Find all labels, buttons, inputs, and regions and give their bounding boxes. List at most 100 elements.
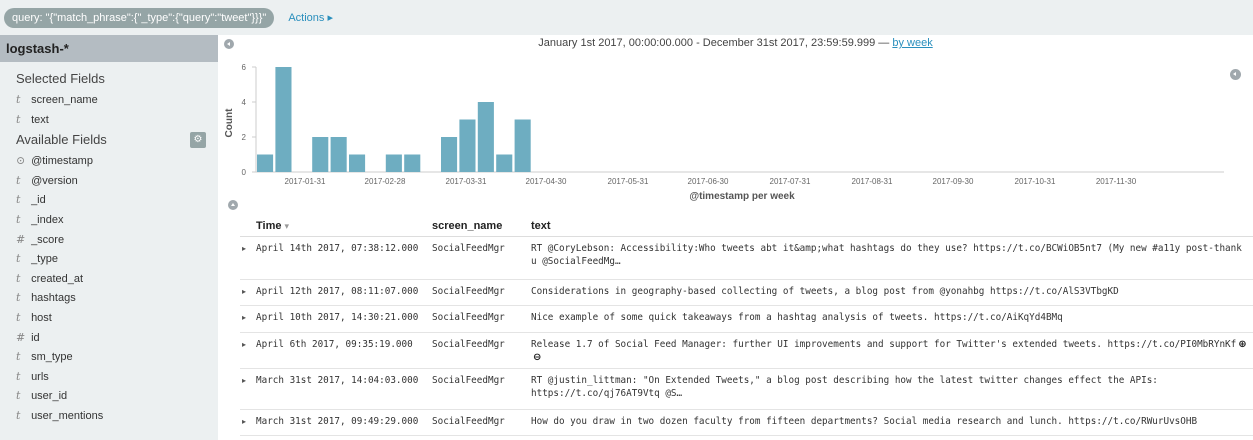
x-tick-label: 2017-10-31 (1015, 177, 1056, 186)
x-tick-label: 2017-07-31 (770, 177, 811, 186)
expand-row-icon[interactable]: ▸ (240, 332, 252, 369)
selected-fields-list: t screen_name t text (0, 90, 218, 129)
query-filter-pill[interactable]: query: "{"match_phrase":{"_type":{"query… (4, 7, 275, 28)
zoom-in-icon[interactable]: ⊕ (1238, 338, 1246, 351)
histogram-bar[interactable] (404, 154, 421, 173)
collapse-histogram-icon[interactable] (228, 200, 238, 210)
expand-row-icon[interactable]: ▸ (240, 279, 252, 306)
interval-link[interactable]: by week (892, 37, 932, 49)
column-header-time[interactable]: Time ▾ (252, 216, 428, 237)
screen-name-cell: SocialFeedMgr (428, 368, 527, 410)
histogram-chart: 0 2 4 6 2017-01-31 2017-02-28 2017-03-31 2017-0… (224, 63, 1224, 202)
field-item[interactable]: t host (0, 308, 218, 328)
string-type-icon: t (16, 271, 21, 285)
string-type-icon: t (16, 291, 21, 305)
y-axis-title: Count (224, 108, 235, 138)
histogram-bar[interactable] (459, 119, 476, 173)
table-row: ▸ April 14th 2017, 07:38:12.000 SocialFeed… (240, 236, 1253, 280)
field-item[interactable]: # id (0, 328, 218, 348)
text-cell: RT @CoryLebson: Accessibility:Who tweets… (527, 236, 1253, 280)
field-item[interactable]: t urls (0, 367, 218, 387)
y-tick-label: 2 (242, 133, 247, 142)
field-item[interactable]: t hashtags (0, 288, 218, 308)
string-type-icon: t (16, 369, 21, 383)
field-name: screen_name (31, 94, 98, 106)
histogram-bar[interactable] (496, 154, 513, 173)
field-item[interactable]: t _index (0, 210, 218, 230)
field-name: created_at (31, 272, 84, 285)
text-cell: Nice example of some quick takeaways fro… (527, 305, 1253, 333)
field-name: urls (31, 370, 49, 383)
text-cell: How do you draw in two dozen faculty fro… (527, 409, 1253, 436)
field-name: _id (31, 194, 46, 207)
field-item[interactable]: t screen_name (0, 90, 218, 110)
table-header-row: Time ▾ screen_name text (240, 216, 1253, 237)
field-item[interactable]: t user_mentions (0, 406, 218, 426)
string-type-icon: t (16, 350, 21, 364)
field-name: hashtags (31, 292, 76, 305)
expand-row-icon[interactable]: ▸ (240, 368, 252, 410)
histogram-bar[interactable] (275, 67, 292, 172)
expand-row-icon[interactable]: ▸ (240, 305, 252, 333)
field-item[interactable]: t user_id (0, 386, 218, 406)
screen-name-cell: SocialFeedMgr (428, 332, 527, 369)
field-item[interactable]: ⊙ @timestamp (0, 151, 218, 171)
time-cell: April 10th 2017, 14:30:21.000 (252, 305, 428, 333)
histogram-bar[interactable] (349, 154, 366, 173)
time-cell: April 14th 2017, 07:38:12.000 (252, 236, 428, 280)
x-tick-label: 2017-02-28 (365, 177, 406, 186)
x-tick-label: 2017-11-30 (1096, 177, 1137, 186)
gear-icon[interactable]: ⚙ (190, 132, 206, 149)
histogram-bar[interactable] (514, 119, 531, 173)
histogram-bar[interactable] (330, 137, 347, 172)
field-item[interactable]: # _score (0, 230, 218, 250)
sort-caret-icon[interactable]: ▾ (285, 221, 290, 231)
histogram-bar[interactable] (385, 154, 402, 173)
string-type-icon: t (16, 389, 21, 403)
table-row: ▸ April 6th 2017, 09:35:19.000 SocialFeedM… (240, 332, 1253, 369)
screen-name-cell: SocialFeedMgr (428, 409, 527, 436)
y-tick-label: 4 (242, 98, 247, 107)
field-sidebar: logstash-* Selected Fields t screen_name… (0, 35, 218, 440)
field-item[interactable]: t created_at (0, 269, 218, 289)
string-type-icon: t (16, 212, 21, 226)
date-type-icon: ⊙ (16, 154, 26, 168)
string-type-icon: t (16, 173, 21, 187)
text-cell: Release 1.7 of Social Feed Manager: furt… (527, 332, 1253, 369)
number-type-icon: # (16, 330, 26, 344)
field-item[interactable]: t _type (0, 249, 218, 269)
discover-main: January 1st 2017, 00:00:00.000 - Decembe… (218, 35, 1253, 440)
screen-name-cell: SocialFeedMgr (428, 236, 527, 280)
histogram-bar[interactable] (257, 154, 274, 173)
column-header-text[interactable]: text (527, 216, 1253, 237)
string-type-icon: t (16, 93, 21, 106)
histogram-bar[interactable] (477, 102, 494, 172)
field-item[interactable]: t text (0, 110, 218, 130)
documents-table: Time ▾ screen_name text ▸ April 14th 2017… (240, 216, 1253, 436)
expand-row-icon[interactable]: ▸ (240, 409, 252, 436)
histogram-bar[interactable] (312, 137, 329, 172)
table-row: ▸ April 10th 2017, 14:30:21.000 SocialFeed… (240, 305, 1253, 333)
field-item[interactable]: t _id (0, 190, 218, 210)
time-cell: April 12th 2017, 08:11:07.000 (252, 279, 428, 306)
time-cell: March 31st 2017, 14:04:03.000 (252, 368, 428, 410)
field-item[interactable]: t @version (0, 171, 218, 191)
x-axis-title: @timestamp per week (689, 191, 795, 202)
time-range-header: January 1st 2017, 00:00:00.000 - Decembe… (218, 37, 1253, 49)
actions-menu-link[interactable]: Actions ▸ (288, 11, 333, 24)
column-header-screen-name[interactable]: screen_name (428, 216, 527, 237)
query-bar: query: "{"match_phrase":{"_type":{"query… (0, 0, 1253, 35)
expand-row-icon[interactable]: ▸ (240, 236, 252, 280)
histogram-bar[interactable] (441, 137, 458, 172)
field-name: user_id (31, 390, 68, 403)
available-fields-header: Available Fields ⚙ (0, 129, 218, 151)
field-item[interactable]: t sm_type (0, 347, 218, 367)
x-tick-label: 2017-04-30 (526, 177, 567, 186)
number-type-icon: # (16, 232, 26, 246)
x-tick-label: 2017-06-30 (688, 177, 729, 186)
text-cell: Considerations in geography-based collec… (527, 279, 1253, 306)
available-fields-title: Available Fields (16, 132, 107, 148)
zoom-out-icon[interactable]: ⊖ (533, 351, 541, 364)
index-pattern-title[interactable]: logstash-* (0, 35, 218, 62)
string-type-icon: t (16, 252, 21, 266)
